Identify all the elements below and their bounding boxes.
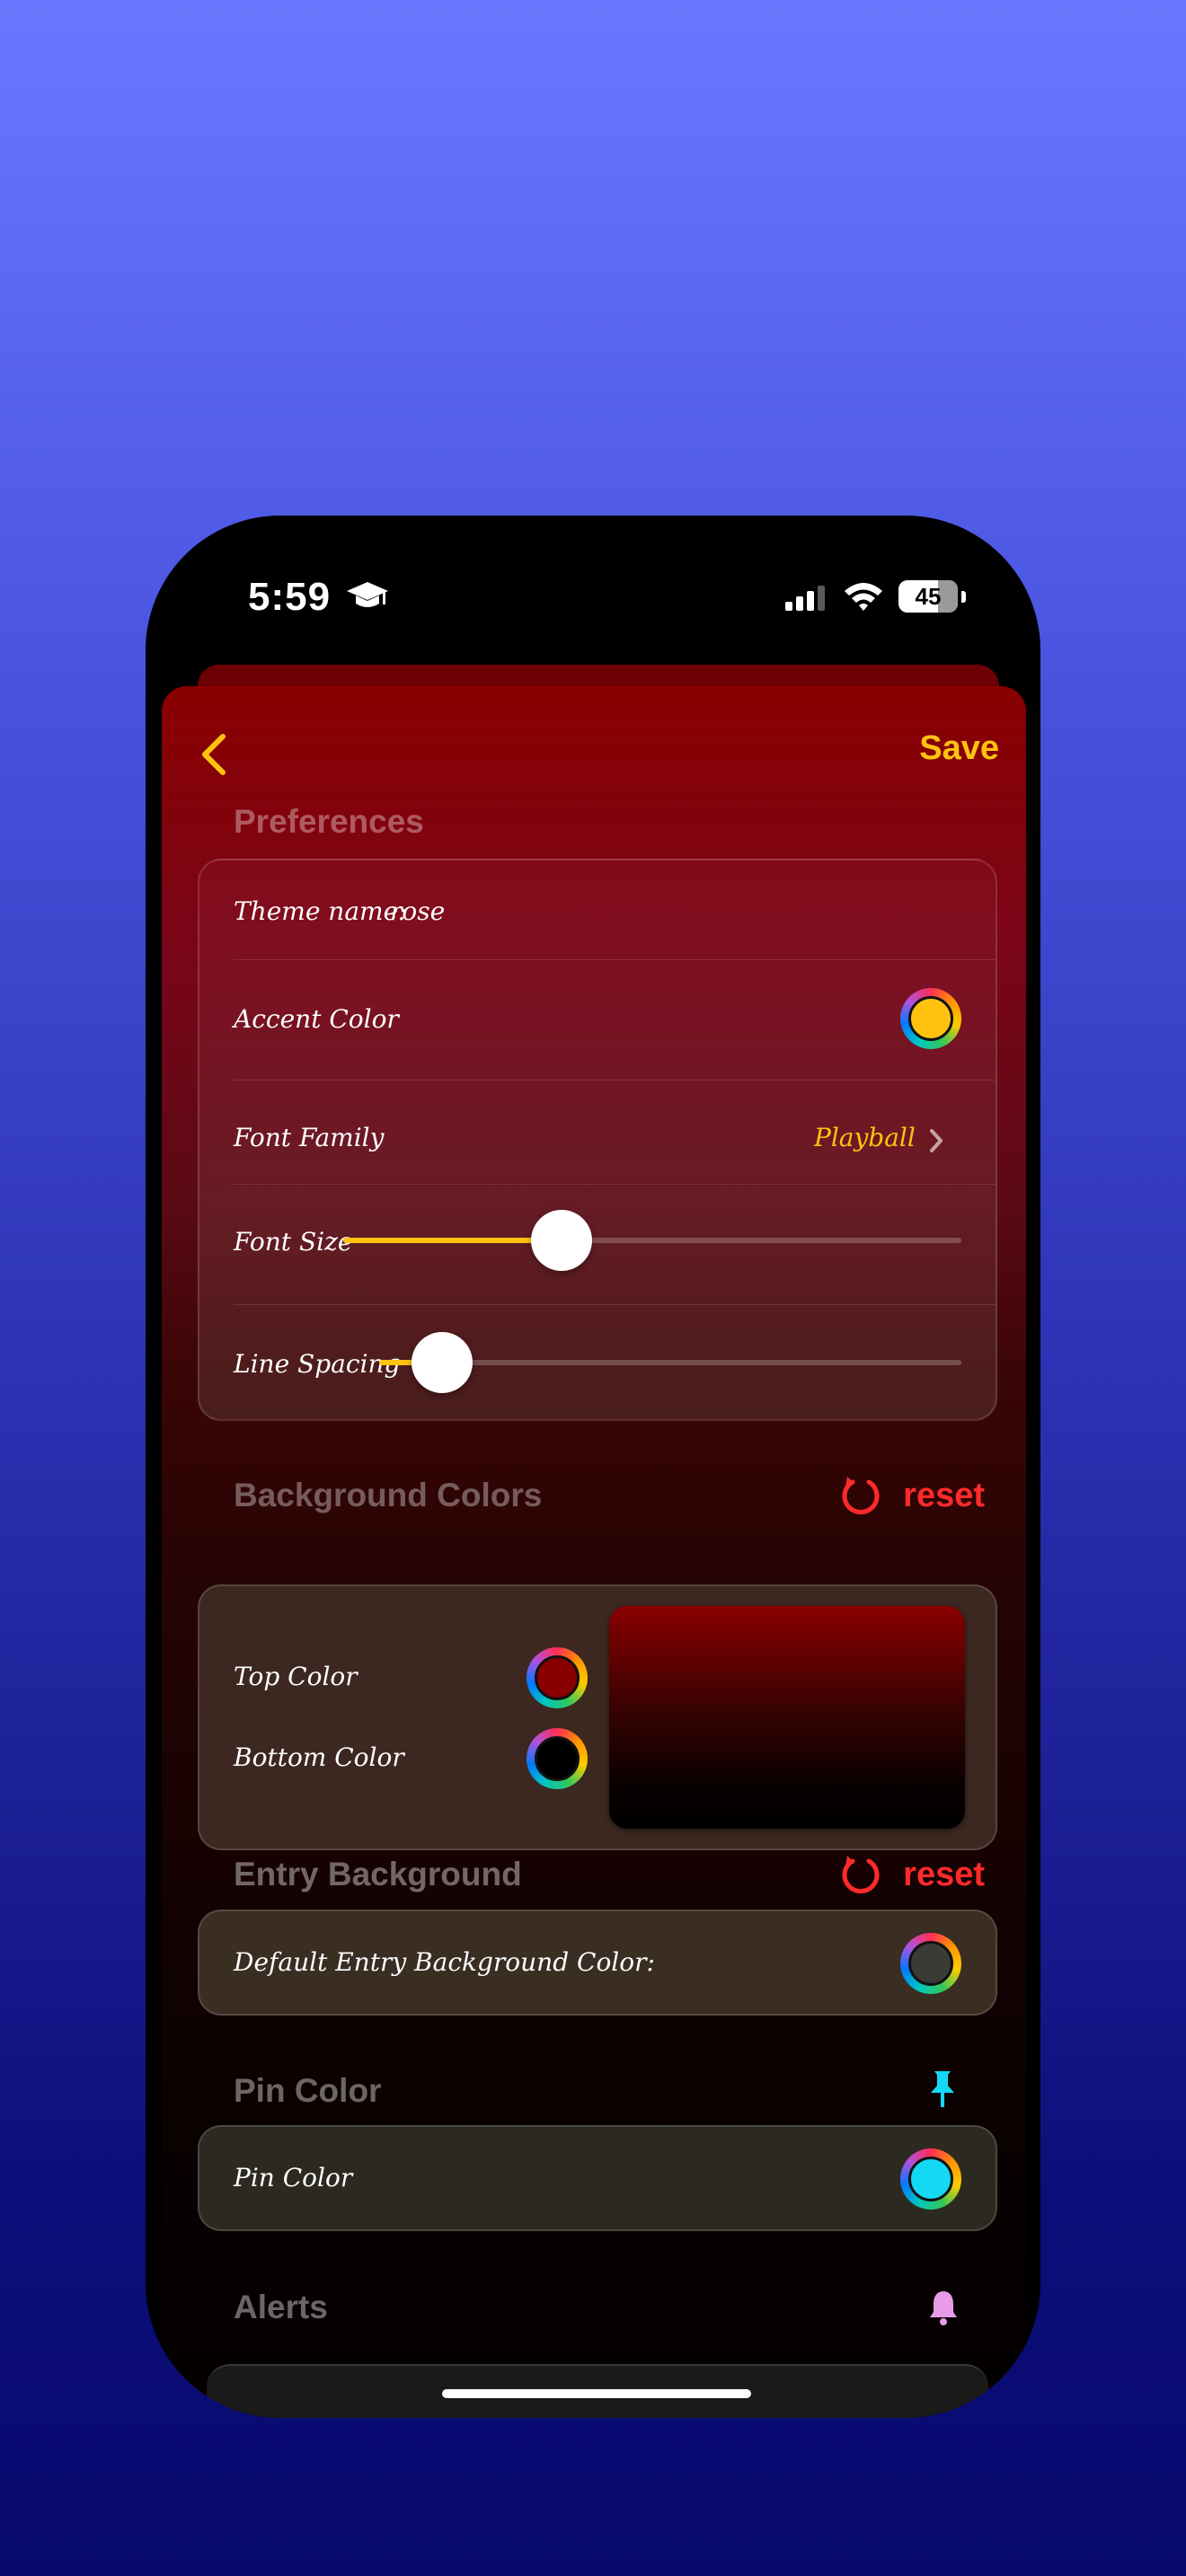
bottom-color-label: Bottom Color	[234, 1742, 404, 1772]
wifi-icon	[845, 583, 882, 611]
background-colors-title: Background Colors	[234, 1477, 543, 1513]
font-family-label: Font Family	[234, 1123, 385, 1152]
theme-name-field[interactable]: rose	[390, 896, 445, 926]
pin-color-card: Pin Color	[198, 2125, 997, 2231]
pin-icon	[931, 2071, 954, 2107]
battery-level: 45	[915, 583, 942, 610]
entry-reset-button[interactable]: reset	[842, 1856, 985, 1894]
top-color-label: Top Color	[234, 1662, 358, 1691]
line-spacing-label: Line Spacing	[234, 1349, 401, 1379]
chevron-left-icon[interactable]	[196, 729, 232, 780]
pin-color-picker[interactable]	[900, 2148, 961, 2210]
accent-color-label: Accent Color	[234, 1004, 399, 1034]
bottom-color-picker[interactable]	[527, 1728, 588, 1789]
font-size-slider[interactable]	[343, 1210, 961, 1271]
entry-background-card: Default Entry Background Color:	[198, 1910, 997, 2016]
gradient-preview	[609, 1606, 965, 1829]
status-bar: 5:59 45	[146, 516, 1040, 659]
pin-color-label: Pin Color	[234, 2163, 353, 2192]
save-button[interactable]: Save	[919, 729, 999, 768]
line-spacing-thumb[interactable]	[412, 1332, 473, 1393]
phone-frame: 5:59 45 Save Preferences Theme name: ros…	[146, 516, 1040, 2418]
default-entry-background-label: Default Entry Background Color:	[234, 1947, 655, 1977]
preferences-card: Theme name: rose Accent Color Font Famil…	[198, 859, 997, 1421]
theme-editor-sheet: Save Preferences Theme name: rose Accent…	[162, 686, 1026, 2418]
alerts-title: Alerts	[234, 2289, 328, 2325]
background-reset-label: reset	[903, 1477, 985, 1514]
pin-color-title: Pin Color	[234, 2072, 382, 2109]
background-colors-card: Top Color Bottom Color	[198, 1584, 997, 1850]
background-reset-button[interactable]: reset	[842, 1477, 985, 1515]
battery-icon: 45	[898, 580, 958, 613]
chevron-right-icon[interactable]	[927, 1126, 945, 1155]
font-size-label: Font Size	[234, 1227, 353, 1257]
top-color-picker[interactable]	[527, 1647, 588, 1708]
accent-color-picker[interactable]	[900, 988, 961, 1049]
font-family-value[interactable]: Playball	[814, 1123, 916, 1152]
signal-icon	[785, 586, 825, 611]
status-time: 5:59	[248, 575, 332, 619]
home-indicator[interactable]	[442, 2389, 751, 2398]
preferences-title: Preferences	[234, 803, 424, 840]
entry-reset-label: reset	[903, 1856, 985, 1893]
reset-icon	[842, 1856, 880, 1894]
reset-icon	[842, 1477, 880, 1515]
graduation-cap-icon	[347, 582, 388, 607]
font-size-thumb[interactable]	[531, 1210, 592, 1271]
theme-name-label: Theme name:	[234, 896, 407, 926]
bell-icon	[930, 2291, 957, 2325]
line-spacing-slider[interactable]	[379, 1332, 961, 1393]
entry-background-picker[interactable]	[900, 1933, 961, 1994]
entry-background-title: Entry Background	[234, 1856, 522, 1892]
